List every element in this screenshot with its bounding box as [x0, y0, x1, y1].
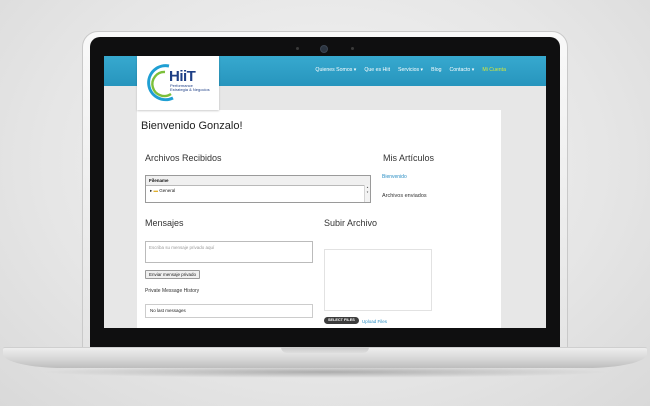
nav-quienes-somos[interactable]: Quienes Somos ▾ — [315, 67, 356, 73]
subir-heading: Subir Archivo — [324, 218, 378, 228]
user-name: Gonzalo! — [198, 120, 243, 132]
folder-row[interactable]: ▸ ▬ General — [146, 186, 370, 195]
sensor-dot — [296, 47, 299, 50]
laptop-notch — [281, 347, 369, 353]
folder-icon: ▬ — [153, 188, 159, 193]
message-history-label: Private Message History — [145, 288, 200, 294]
upload-files-link[interactable]: Upload Files — [362, 319, 387, 324]
archivos-enviados-label[interactable]: Archivos enviados — [382, 193, 427, 199]
expand-arrow-icon[interactable]: ▸ — [150, 188, 152, 193]
account-page: Bienvenido Gonzalo! Archivos Recibidos F… — [137, 110, 501, 328]
filename-column-header[interactable]: Filename — [146, 176, 370, 186]
logo-subtitle: Performance Estrategia & Negocios — [170, 83, 210, 92]
page-title: Bienvenido Gonzalo! — [141, 120, 243, 132]
nav-mi-cuenta[interactable]: Mi Cuenta — [482, 67, 506, 73]
archivos-heading: Archivos Recibidos — [145, 153, 222, 163]
private-message-input[interactable]: Escriba su mensaje privado aquí — [145, 241, 313, 263]
folder-name: General — [159, 188, 176, 193]
upload-drop-area[interactable] — [324, 249, 432, 311]
file-browser: Filename ▸ ▬ General ▴ ▾ — [145, 175, 371, 203]
mensajes-heading: Mensajes — [145, 218, 184, 228]
nav-blog[interactable]: Blog — [431, 67, 441, 73]
sensor-dot — [351, 47, 354, 50]
webcam-icon — [320, 45, 328, 53]
articulos-heading: Mis Artículos — [383, 153, 435, 163]
site-logo[interactable]: HiiT Performance Estrategia & Negocios — [137, 56, 219, 110]
nav-servicios[interactable]: Servicios ▾ — [398, 67, 423, 73]
file-browser-scrollbar[interactable]: ▴ ▾ — [364, 185, 370, 202]
nav-contacto[interactable]: Contacto ▾ — [450, 67, 475, 73]
main-nav: Quienes Somos ▾ Que es Hiit Servicios ▾ … — [315, 67, 506, 73]
message-history-box: No last messages — [145, 304, 313, 318]
select-files-button[interactable]: SELECT FILES — [324, 317, 359, 324]
nav-que-es-hiit[interactable]: Que es Hiit — [364, 67, 390, 73]
articulo-link-bienvenido[interactable]: Bienvenido — [382, 174, 407, 180]
welcome-prefix: Bienvenido — [141, 120, 199, 132]
laptop-screen: Quienes Somos ▾ Que es Hiit Servicios ▾ … — [104, 56, 546, 328]
send-private-message-button[interactable]: Enviar mensaje privado — [145, 270, 201, 279]
